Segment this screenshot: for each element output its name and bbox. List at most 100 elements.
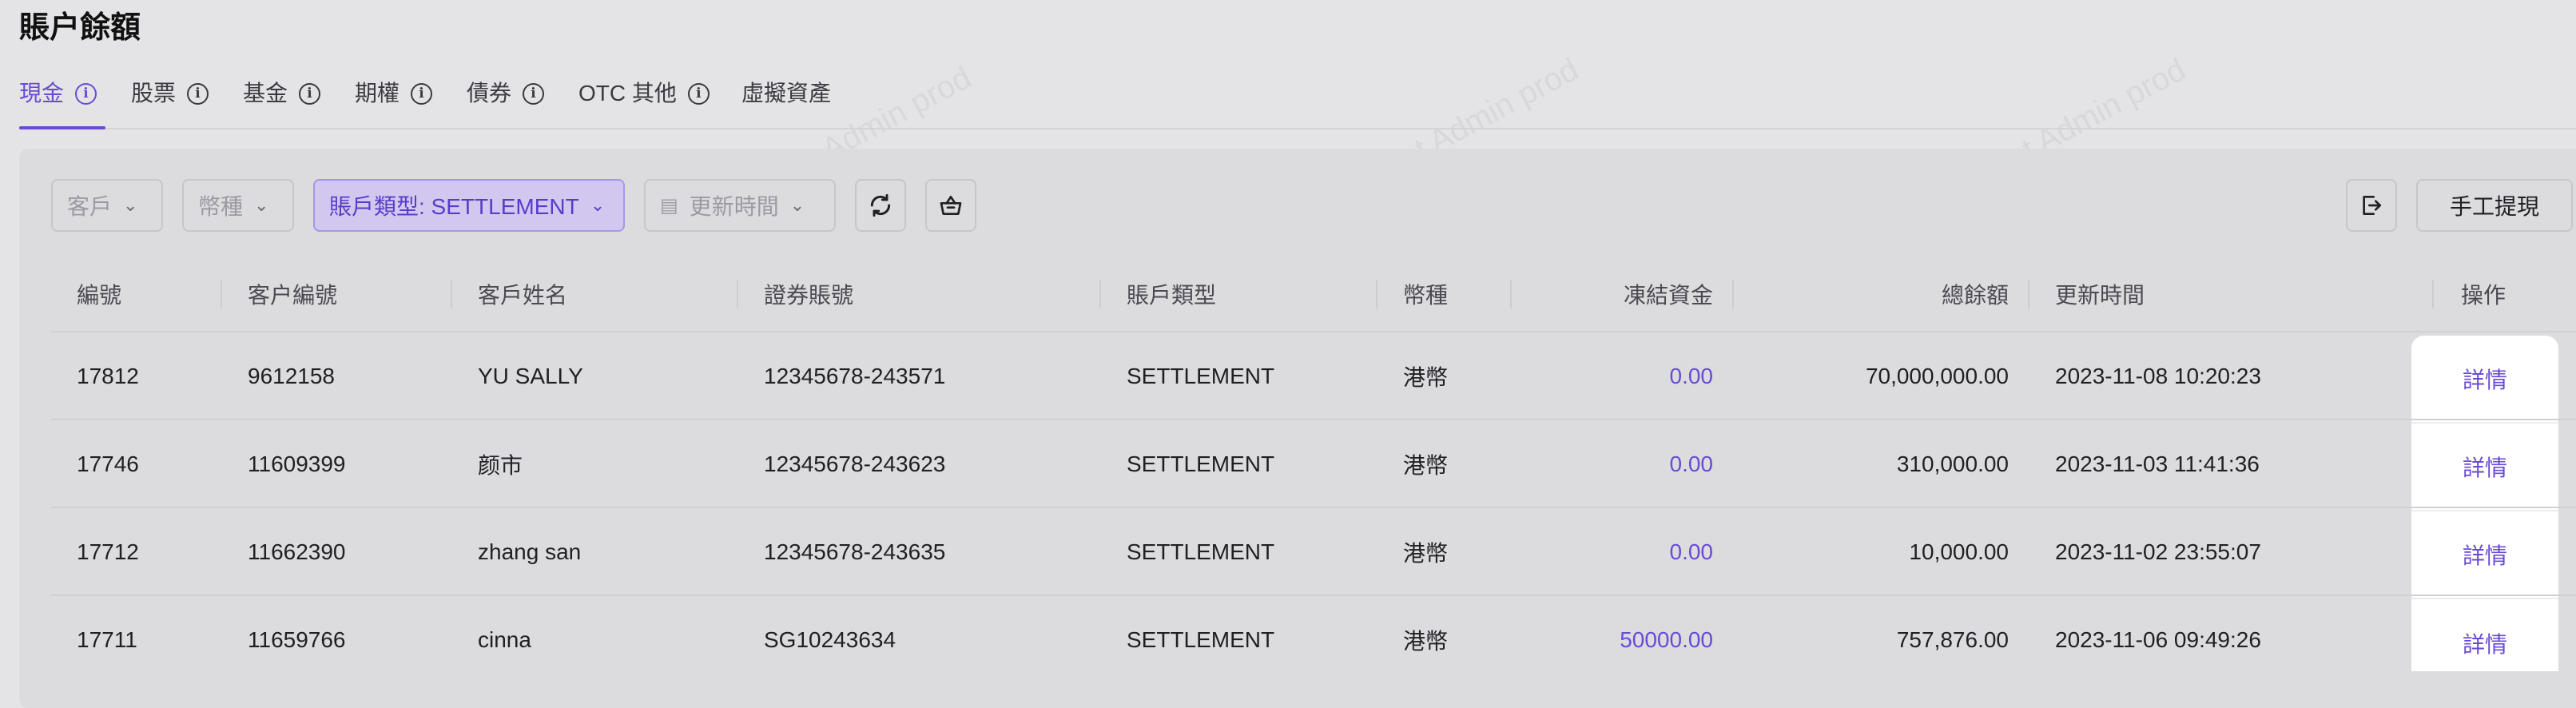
tab-bonds[interactable]: 債券 i — [467, 75, 545, 128]
column-header[interactable]: 幣種 — [1403, 256, 1448, 332]
cell-securities-account: 12345678-243571 — [764, 364, 946, 388]
cell-securities-account: SG10243634 — [764, 627, 896, 652]
table-row: 17712 11662390 zhang san 12345678-243635… — [51, 508, 2576, 596]
info-icon[interactable]: i — [299, 83, 321, 105]
column-divider — [1376, 280, 1377, 308]
cell-account-type: SETTLEMENT — [1127, 451, 1275, 476]
cell-currency: 港幣 — [1403, 365, 1449, 390]
column-header[interactable]: 編號 — [77, 256, 121, 332]
cell-updated-time: 2023-11-06 09:49:26 — [2055, 627, 2261, 652]
cell-frozen-funds[interactable]: 0.00 — [1537, 332, 1714, 420]
cell-updated-time: 2023-11-08 10:20:23 — [2055, 364, 2261, 388]
column-divider — [1732, 280, 1734, 308]
basket-button[interactable] — [925, 179, 976, 232]
chevron-down-icon: ⌄ — [123, 195, 138, 215]
cell-securities-account: 12345678-243623 — [764, 451, 946, 476]
refresh-button[interactable] — [855, 179, 906, 232]
cell-customer-no: 9612158 — [248, 364, 336, 388]
tab-stocks[interactable]: 股票 i — [131, 75, 209, 128]
tab-label: 期權 — [355, 81, 400, 105]
tab-bar: 現金 i 股票 i 基金 i 期權 i 債券 i OTC 其他 i 虛擬資產 — [19, 67, 2576, 129]
table-header: 編號 客户編號 客戶姓名 證券賬號 賬戶類型 幣種 凍結資金 總餘額 更新時間 … — [51, 256, 2576, 332]
cell-name: 颜市 — [478, 453, 523, 478]
column-header[interactable]: 總餘額 — [1759, 256, 2009, 332]
column-header[interactable]: 客戶姓名 — [478, 256, 567, 332]
column-divider — [1510, 280, 1512, 308]
column-header[interactable]: 賬戶類型 — [1127, 256, 1216, 332]
tab-funds[interactable]: 基金 i — [243, 75, 321, 128]
cell-total-balance: 310,000.00 — [1896, 451, 2009, 476]
cell-updated-time: 2023-11-03 11:41:36 — [2055, 451, 2260, 476]
active-tab-indicator — [19, 126, 105, 129]
refresh-icon — [870, 193, 891, 217]
account-type-filter-label: 賬戶類型: SETTLEMENT — [329, 194, 579, 219]
column-divider — [2028, 280, 2029, 308]
column-divider — [451, 280, 452, 308]
table-row: 17711 11659766 cinna SG10243634 SETTLEME… — [51, 596, 2576, 684]
chevron-down-icon: ⌄ — [590, 195, 606, 215]
column-header[interactable]: 客户編號 — [248, 256, 337, 332]
cell-frozen-funds[interactable]: 0.00 — [1537, 420, 1714, 508]
cell-total-balance: 70,000,000.00 — [1865, 364, 2009, 388]
tab-label: OTC 其他 — [578, 81, 677, 105]
currency-filter-label: 幣種 — [198, 194, 244, 219]
column-divider — [2432, 280, 2434, 308]
info-icon[interactable]: i — [187, 83, 209, 105]
currency-filter[interactable]: 幣種 ⌄ — [182, 179, 294, 232]
manual-withdraw-button[interactable]: 手工提現 — [2416, 179, 2574, 232]
tab-label: 債券 — [467, 81, 512, 105]
tab-cash[interactable]: 現金 i — [19, 75, 105, 129]
cell-total-balance: 757,876.00 — [1896, 627, 2009, 652]
account-type-filter[interactable]: 賬戶類型: SETTLEMENT ⌄ — [313, 179, 625, 232]
update-time-filter[interactable]: ▤ 更新時間 ⌄ — [644, 179, 836, 232]
cell-id: 17712 — [77, 539, 139, 564]
tab-label: 股票 — [131, 81, 177, 105]
cell-total-balance: 10,000.00 — [1909, 539, 2009, 564]
column-divider — [221, 280, 222, 308]
cell-customer-no: 11609399 — [248, 451, 346, 476]
column-divider — [1099, 280, 1101, 308]
cell-account-type: SETTLEMENT — [1127, 539, 1275, 564]
tab-virtual-assets[interactable]: 虛擬資產 — [741, 75, 831, 128]
update-time-filter-label: 更新時間 — [689, 194, 779, 219]
column-header[interactable]: 凍結資金 — [1537, 256, 1713, 332]
cell-name: YU SALLY — [478, 364, 583, 388]
tab-otc-other[interactable]: OTC 其他 i — [578, 75, 710, 128]
cell-id: 17812 — [77, 364, 139, 388]
cell-currency: 港幣 — [1403, 629, 1449, 654]
tab-label: 現金 — [19, 81, 65, 105]
tab-label: 基金 — [243, 81, 288, 105]
cell-frozen-funds[interactable]: 0.00 — [1537, 508, 1714, 596]
basket-icon — [940, 196, 962, 215]
column-divider — [737, 280, 738, 308]
table-row: 17746 11609399 颜市 12345678-243623 SETTLE… — [51, 420, 2576, 508]
customer-filter-label: 客戶 — [67, 194, 113, 219]
chevron-down-icon: ⌄ — [789, 195, 805, 215]
info-icon[interactable]: i — [687, 83, 710, 105]
table-row: 17812 9612158 YU SALLY 12345678-243571 S… — [51, 332, 2576, 420]
info-icon[interactable]: i — [523, 83, 545, 105]
export-button[interactable] — [2346, 179, 2397, 232]
export-icon — [2363, 196, 2381, 215]
cell-name: zhang san — [478, 539, 582, 564]
cell-name: cinna — [478, 627, 531, 652]
cell-frozen-funds[interactable]: 50000.00 — [1537, 596, 1713, 684]
manual-withdraw-label: 手工提現 — [2450, 194, 2540, 219]
column-header[interactable]: 證券賬號 — [764, 256, 853, 332]
cell-customer-no: 11662390 — [248, 539, 346, 564]
info-icon[interactable]: i — [411, 83, 433, 105]
cell-currency: 港幣 — [1403, 453, 1449, 478]
cell-id: 17746 — [77, 451, 139, 476]
column-header: 操作 — [2461, 283, 2506, 308]
customer-filter[interactable]: 客戶 ⌄ — [51, 179, 163, 232]
tab-options[interactable]: 期權 i — [355, 75, 433, 128]
page-title: 賬户餘額 — [19, 11, 141, 45]
cell-id: 17711 — [77, 627, 137, 652]
column-header[interactable]: 更新時間 — [2055, 256, 2145, 332]
info-icon[interactable]: i — [75, 83, 97, 105]
cell-customer-no: 11659766 — [248, 627, 346, 652]
cell-account-type: SETTLEMENT — [1127, 364, 1275, 388]
cell-securities-account: 12345678-243635 — [764, 539, 946, 564]
cell-updated-time: 2023-11-02 23:55:07 — [2055, 539, 2261, 564]
chevron-down-icon: ⌄ — [254, 195, 269, 215]
